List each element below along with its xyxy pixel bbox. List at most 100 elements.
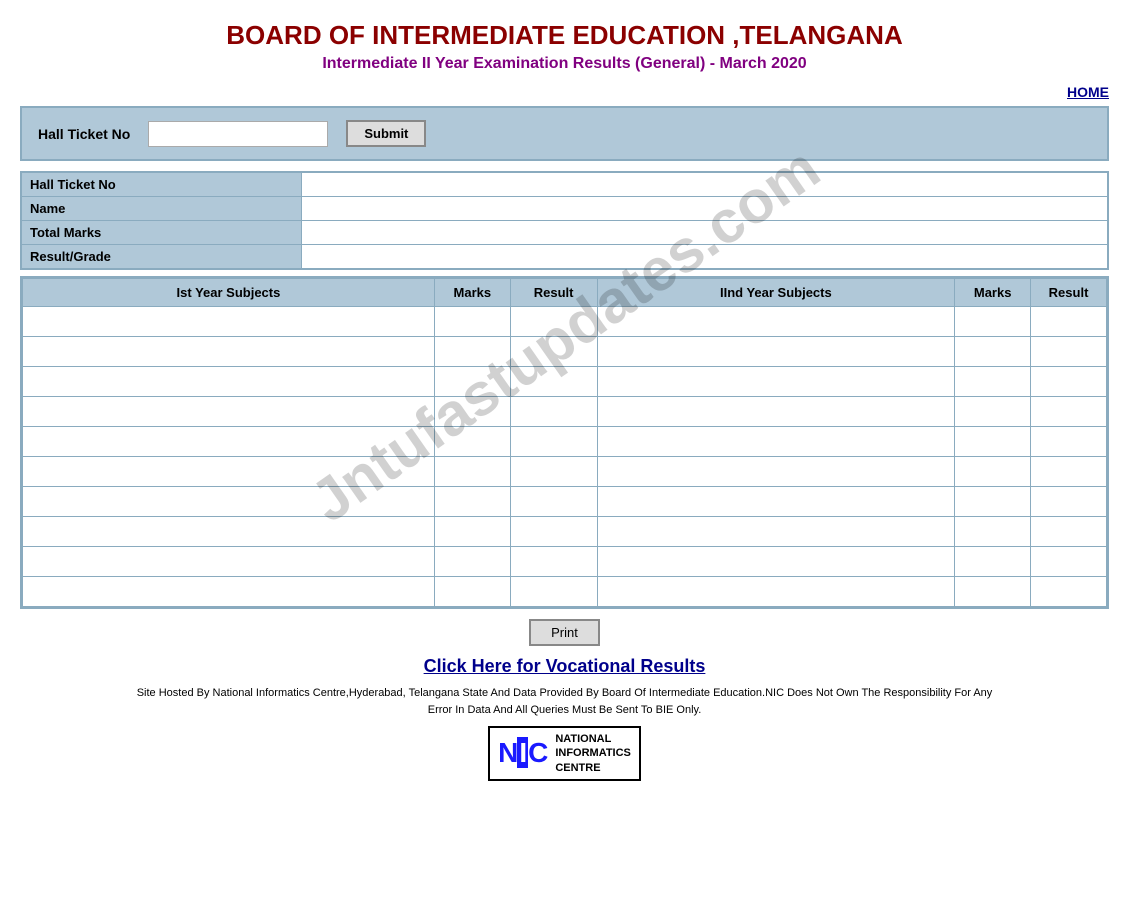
table-row xyxy=(23,517,1107,547)
marks2-cell xyxy=(955,517,1031,547)
subject1-cell xyxy=(23,307,435,337)
marks1-cell xyxy=(434,547,510,577)
result1-cell xyxy=(510,517,597,547)
marks2-cell xyxy=(955,427,1031,457)
subject2-cell xyxy=(597,397,955,427)
footer: Site Hosted By National Informatics Cent… xyxy=(20,685,1109,718)
info-value-hallticket xyxy=(301,172,1108,197)
marks2-cell xyxy=(955,337,1031,367)
col-header-result1: Result xyxy=(510,279,597,307)
result2-cell xyxy=(1031,457,1107,487)
marks1-cell xyxy=(434,337,510,367)
marks1-cell xyxy=(434,367,510,397)
print-button[interactable]: Print xyxy=(529,619,600,646)
subject1-cell xyxy=(23,337,435,367)
results-header-row: Ist Year Subjects Marks Result IInd Year… xyxy=(23,279,1107,307)
info-label-totalmarks: Total Marks xyxy=(21,221,301,245)
submit-button[interactable]: Submit xyxy=(346,120,426,147)
subject2-cell xyxy=(597,337,955,367)
result2-cell xyxy=(1031,427,1107,457)
subject2-cell xyxy=(597,427,955,457)
info-row-result: Result/Grade xyxy=(21,245,1108,270)
table-row xyxy=(23,307,1107,337)
subject2-cell xyxy=(597,517,955,547)
table-row xyxy=(23,577,1107,607)
table-row xyxy=(23,397,1107,427)
col-header-marks1: Marks xyxy=(434,279,510,307)
result1-cell xyxy=(510,397,597,427)
col-header-ist-subjects: Ist Year Subjects xyxy=(23,279,435,307)
vocational-link[interactable]: Click Here for Vocational Results xyxy=(424,656,706,676)
marks1-cell xyxy=(434,487,510,517)
result1-cell xyxy=(510,577,597,607)
result2-cell xyxy=(1031,517,1107,547)
vocational-link-container: Click Here for Vocational Results xyxy=(20,656,1109,677)
marks2-cell xyxy=(955,307,1031,337)
marks1-cell xyxy=(434,577,510,607)
marks1-cell xyxy=(434,397,510,427)
subject2-cell xyxy=(597,547,955,577)
hall-ticket-input[interactable] xyxy=(148,121,328,147)
result2-cell xyxy=(1031,487,1107,517)
subject1-cell xyxy=(23,487,435,517)
hall-ticket-form-table: Hall Ticket No Submit xyxy=(20,106,1109,161)
marks2-cell xyxy=(955,577,1031,607)
page-header: BOARD OF INTERMEDIATE EDUCATION ,TELANGA… xyxy=(20,10,1109,78)
nic-name: NATIONALINFORMATICSCENTRE xyxy=(555,732,631,775)
col-header-result2: Result xyxy=(1031,279,1107,307)
marks1-cell xyxy=(434,517,510,547)
home-link-container: HOME xyxy=(20,84,1109,100)
nic-logo: NIC NATIONALINFORMATICSCENTRE xyxy=(20,726,1109,781)
info-value-totalmarks xyxy=(301,221,1108,245)
info-label-result: Result/Grade xyxy=(21,245,301,270)
result1-cell xyxy=(510,367,597,397)
subject2-cell xyxy=(597,367,955,397)
col-header-marks2: Marks xyxy=(955,279,1031,307)
info-value-result xyxy=(301,245,1108,270)
info-label-hallticket: Hall Ticket No xyxy=(21,172,301,197)
info-label-name: Name xyxy=(21,197,301,221)
subject1-cell xyxy=(23,457,435,487)
subject2-cell xyxy=(597,487,955,517)
col-header-iind-subjects: IInd Year Subjects xyxy=(597,279,955,307)
subject1-cell xyxy=(23,517,435,547)
result2-cell xyxy=(1031,307,1107,337)
board-title: BOARD OF INTERMEDIATE EDUCATION ,TELANGA… xyxy=(20,20,1109,51)
info-value-name xyxy=(301,197,1108,221)
subject1-cell xyxy=(23,547,435,577)
home-link[interactable]: HOME xyxy=(1067,84,1109,100)
subject1-cell xyxy=(23,397,435,427)
subject1-cell xyxy=(23,367,435,397)
result1-cell xyxy=(510,427,597,457)
result2-cell xyxy=(1031,547,1107,577)
exam-subtitle: Intermediate II Year Examination Results… xyxy=(20,55,1109,73)
marks1-cell xyxy=(434,307,510,337)
info-row-hallticket: Hall Ticket No xyxy=(21,172,1108,197)
result1-cell xyxy=(510,307,597,337)
footer-line1: Site Hosted By National Informatics Cent… xyxy=(20,685,1109,702)
table-row xyxy=(23,367,1107,397)
subject2-cell xyxy=(597,577,955,607)
result1-cell xyxy=(510,487,597,517)
result2-cell xyxy=(1031,337,1107,367)
footer-line2: Error In Data And All Queries Must Be Se… xyxy=(20,702,1109,719)
subject1-cell xyxy=(23,427,435,457)
hall-ticket-form-label: Hall Ticket No xyxy=(38,126,130,142)
result1-cell xyxy=(510,457,597,487)
subject1-cell xyxy=(23,577,435,607)
result2-cell xyxy=(1031,367,1107,397)
results-outer-table: Ist Year Subjects Marks Result IInd Year… xyxy=(20,276,1109,609)
result1-cell xyxy=(510,337,597,367)
marks2-cell xyxy=(955,487,1031,517)
marks2-cell xyxy=(955,457,1031,487)
student-info-table: Hall Ticket No Name Total Marks Result/G… xyxy=(20,171,1109,270)
marks1-cell xyxy=(434,457,510,487)
print-section: Print xyxy=(20,619,1109,646)
info-row-totalmarks: Total Marks xyxy=(21,221,1108,245)
marks1-cell xyxy=(434,427,510,457)
table-row xyxy=(23,457,1107,487)
results-table: Ist Year Subjects Marks Result IInd Year… xyxy=(22,278,1107,607)
table-row xyxy=(23,337,1107,367)
marks2-cell xyxy=(955,397,1031,427)
subject2-cell xyxy=(597,307,955,337)
